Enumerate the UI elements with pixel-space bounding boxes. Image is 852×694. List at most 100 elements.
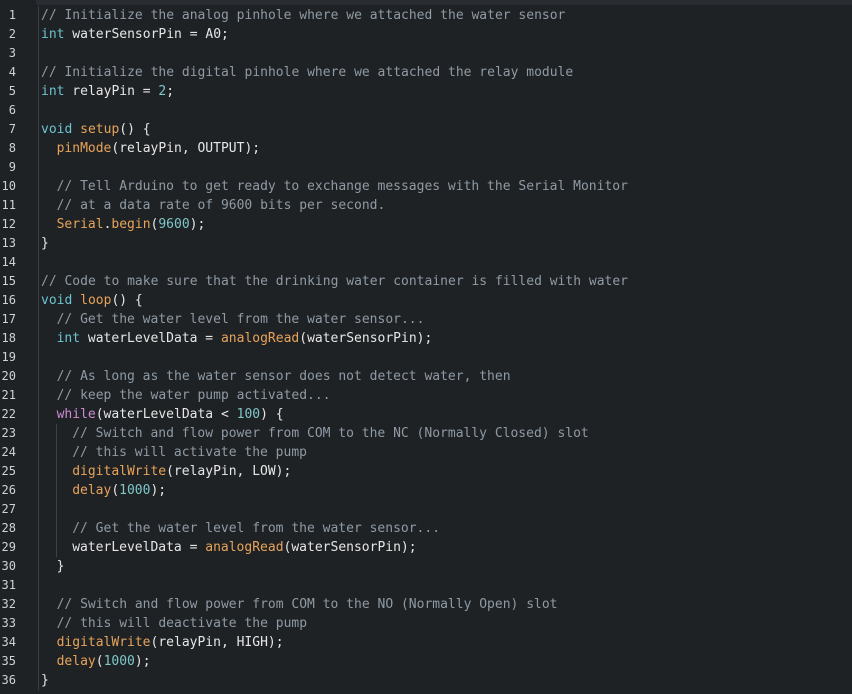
code-token-function: loop [80, 293, 112, 308]
gutter-separator [38, 329, 39, 348]
code-line[interactable]: 14 [0, 253, 852, 272]
code-text: digitalWrite(relayPin, HIGH); [57, 633, 284, 652]
code-line[interactable]: 22 while(waterLevelData < 100) { [0, 405, 852, 424]
code-line[interactable]: 12 Serial.begin(9600); [0, 215, 852, 234]
code-line[interactable]: 19 [0, 348, 852, 367]
code-line[interactable]: 15 // Code to make sure that the drinking… [0, 272, 852, 291]
code-text: delay(1000); [57, 652, 151, 671]
gutter-separator [38, 443, 39, 462]
code-line[interactable]: 6 [0, 101, 852, 120]
code-token-plain: } [41, 673, 49, 688]
code-line[interactable]: 33 // this will deactivate the pump [0, 614, 852, 633]
line-number: 22 [1, 407, 16, 421]
gutter-separator [38, 139, 39, 158]
code-line[interactable]: 27 [0, 500, 852, 519]
code-line[interactable]: 13} [0, 234, 852, 253]
code-text: // Initialize the analog pinhole where w… [41, 6, 565, 25]
line-number: 16 [1, 293, 16, 307]
indent-guide [56, 462, 58, 481]
code-token-comment: // this will activate the pump [72, 445, 307, 460]
code-token-function: digitalWrite [56, 635, 151, 650]
gutter-separator [38, 44, 39, 63]
code-line[interactable]: 11 // at a data rate of 9600 bits per sec… [0, 196, 852, 215]
code-token-comment: // Switch and flow power from COM to the… [56, 597, 558, 612]
line-number: 35 [1, 654, 16, 668]
code-token-plain: ); [134, 654, 151, 669]
code-line[interactable]: 20 // As long as the water sensor does no… [0, 367, 852, 386]
code-line[interactable]: 8 pinMode(relayPin, OUTPUT); [0, 139, 852, 158]
code-token-number: 9600 [158, 217, 190, 232]
gutter-separator [38, 101, 39, 120]
code-line[interactable]: 26 delay(1000); [0, 481, 852, 500]
line-number: 34 [1, 635, 16, 649]
code-line[interactable]: 17 // Get the water level from the water … [0, 310, 852, 329]
code-line[interactable]: 23 // Switch and flow power from COM to t… [0, 424, 852, 443]
code-line[interactable]: 31 [0, 576, 852, 595]
code-text: // keep the water pump activated... [57, 386, 331, 405]
code-text: } [57, 557, 65, 576]
code-line[interactable]: 2 int waterSensorPin = A0; [0, 25, 852, 44]
line-number: 11 [1, 198, 16, 212]
gutter-separator [38, 291, 39, 310]
line-number: 12 [1, 217, 16, 231]
code-token-plain: () { [119, 122, 151, 137]
code-token-comment: // As long as the water sensor does not … [56, 369, 511, 384]
code-text: // Switch and flow power from COM to the… [57, 595, 558, 614]
code-token-plain: A0 [205, 27, 222, 42]
line-number: 20 [1, 369, 16, 383]
line-number: 7 [8, 122, 16, 136]
line-number: 14 [1, 255, 16, 269]
code-line[interactable]: 3 [0, 44, 852, 63]
code-line[interactable]: 9 [0, 158, 852, 177]
gutter-separator [38, 253, 39, 272]
gutter-separator [38, 557, 39, 576]
code-line[interactable]: 1 // Initialize the analog pinhole where … [0, 6, 852, 25]
code-line[interactable]: 4 // Initialize the digital pinhole where… [0, 63, 852, 82]
code-text: pinMode(relayPin, OUTPUT); [57, 139, 261, 158]
code-token-plain: (waterSensorPin); [283, 540, 417, 555]
code-token-plain: () { [111, 293, 143, 308]
code-text: // Switch and flow power from COM to the… [72, 424, 589, 443]
code-text: // Initialize the digital pinhole where … [41, 63, 573, 82]
line-number: 36 [1, 673, 16, 687]
code-line[interactable]: 16 void loop() { [0, 291, 852, 310]
code-line[interactable]: 21 // keep the water pump activated... [0, 386, 852, 405]
line-number: 31 [1, 578, 16, 592]
indent-guide [56, 519, 58, 538]
code-token-type: int [41, 84, 65, 99]
gutter-separator [38, 481, 39, 500]
code-token-plain: (relayPin, OUTPUT); [111, 141, 261, 156]
code-line[interactable]: 18 int waterLevelData = analogRead(waterS… [0, 329, 852, 348]
code-token-plain: ; [221, 27, 229, 42]
code-token-type: void [41, 122, 73, 137]
gutter-separator [38, 595, 39, 614]
code-line[interactable]: 5 int relayPin = 2; [0, 82, 852, 101]
code-area[interactable]: 1 // Initialize the analog pinhole where … [0, 6, 852, 690]
line-number: 8 [8, 141, 16, 155]
line-number: 1 [8, 8, 16, 22]
code-line[interactable]: 29 waterLevelData = analogRead(waterSenso… [0, 538, 852, 557]
code-line[interactable]: 34 digitalWrite(relayPin, HIGH); [0, 633, 852, 652]
code-token-function: begin [111, 217, 151, 232]
code-line[interactable]: 25 digitalWrite(relayPin, LOW); [0, 462, 852, 481]
gutter-separator [38, 576, 39, 595]
code-line[interactable]: 28 // Get the water level from the water … [0, 519, 852, 538]
gutter-separator [38, 158, 39, 177]
code-token-plain: (waterLevelData < [95, 407, 237, 422]
line-number: 33 [1, 616, 16, 630]
code-token-plain: ( [111, 483, 120, 498]
code-line[interactable]: 36} [0, 671, 852, 690]
code-line[interactable]: 30} [0, 557, 852, 576]
code-line[interactable]: 32 // Switch and flow power from COM to t… [0, 595, 852, 614]
line-number: 32 [1, 597, 16, 611]
code-line[interactable]: 35 delay(1000); [0, 652, 852, 671]
gutter-separator [38, 519, 39, 538]
code-editor[interactable]: 1 // Initialize the analog pinhole where … [0, 0, 852, 694]
code-token-plain: } [41, 236, 49, 251]
code-token-comment: // Initialize the analog pinhole where w… [41, 8, 566, 23]
code-text: // As long as the water sensor does not … [57, 367, 511, 386]
code-line[interactable]: 10 // Tell Arduino to get ready to exchan… [0, 177, 852, 196]
code-line[interactable]: 24 // this will activate the pump [0, 443, 852, 462]
code-line[interactable]: 7 void setup() { [0, 120, 852, 139]
